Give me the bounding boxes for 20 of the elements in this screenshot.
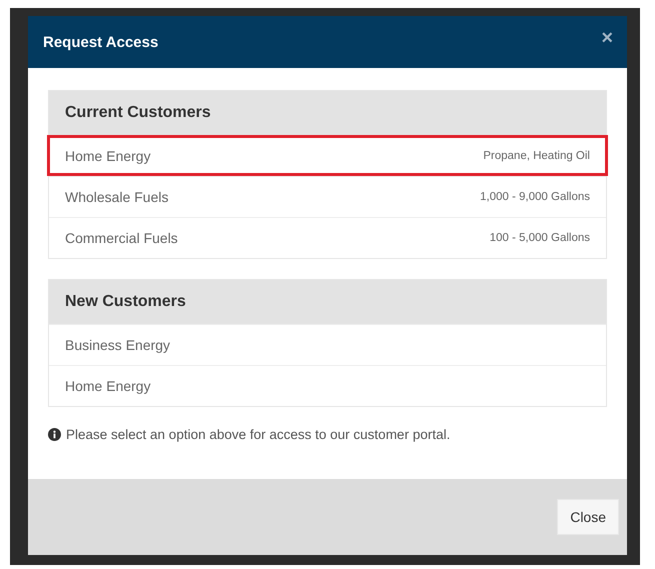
group-heading: Current Customers (49, 91, 606, 135)
option-item[interactable]: Home Energy (49, 365, 606, 406)
dialog-title: Request Access (43, 34, 158, 50)
info-icon (48, 428, 61, 441)
option-detail: 1,000 - 9,000 Gallons (480, 191, 590, 203)
option-label: Wholesale Fuels (65, 189, 168, 205)
option-detail: Propane, Heating Oil (483, 150, 590, 162)
option-label: Home Energy (65, 148, 151, 164)
option-item[interactable]: Commercial Fuels 100 - 5,000 Gallons (49, 217, 606, 258)
option-detail: 100 - 5,000 Gallons (490, 232, 590, 244)
option-item[interactable]: Business Energy (49, 324, 606, 365)
close-button[interactable]: × (601, 26, 613, 50)
option-label: Home Energy (65, 378, 151, 394)
close-button[interactable]: Close (557, 499, 619, 535)
option-label: Business Energy (65, 337, 170, 353)
info-note: Please select an option above for access to our customer portal. (66, 427, 450, 442)
option-item[interactable]: Wholesale Fuels 1,000 - 9,000 Gallons (49, 176, 606, 217)
option-label: Commercial Fuels (65, 230, 178, 246)
option-item[interactable]: Home Energy Propane, Heating Oil (47, 135, 608, 176)
group-heading: New Customers (49, 280, 606, 324)
